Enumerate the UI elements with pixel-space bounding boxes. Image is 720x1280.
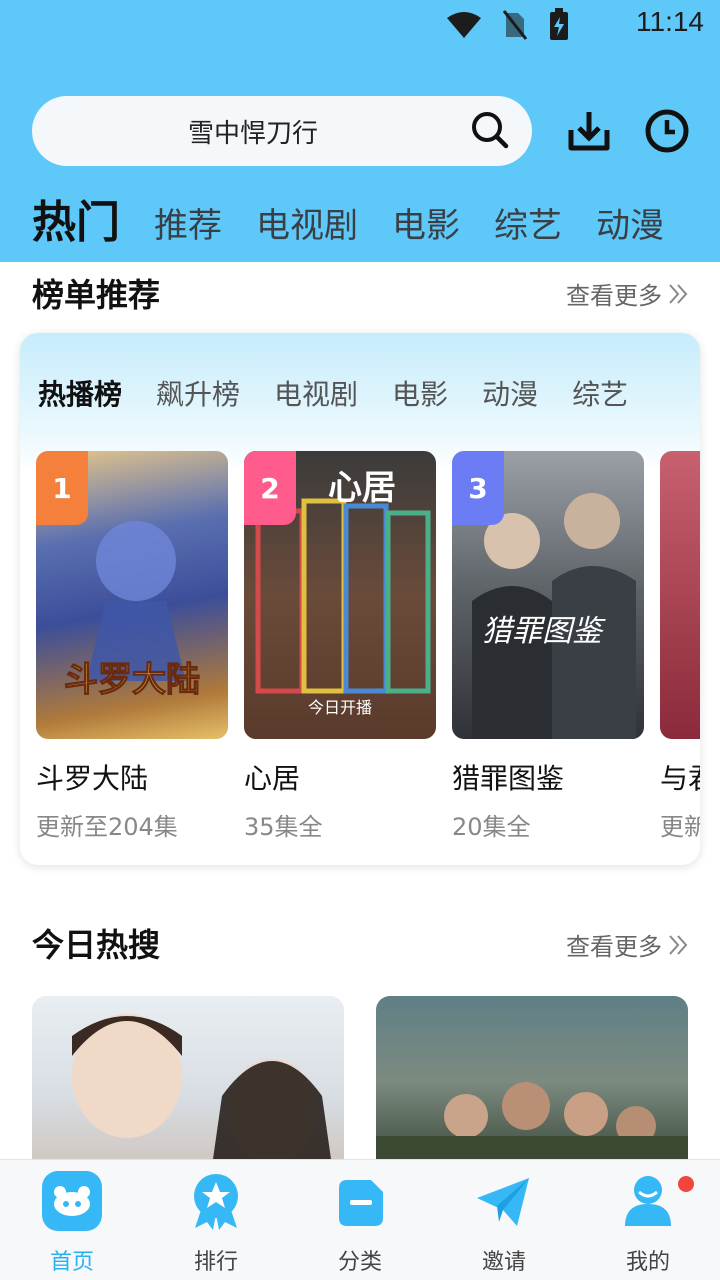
rank-show-list: 斗罗大陆 1 斗罗大陆 更新至204集 心居 今日开播 2 心居 35集全 猎罪… <box>36 451 700 842</box>
hot-more-link[interactable]: 查看更多 <box>566 927 690 962</box>
user-icon <box>625 1176 671 1226</box>
poster-premiere-text: 今日开播 <box>308 698 372 717</box>
show-episode-status: 35集全 <box>244 813 323 841</box>
battery-charging-icon <box>550 8 568 40</box>
category-icon <box>339 1180 383 1226</box>
bottom-nav-label: 首页 <box>49 1250 94 1275</box>
rank-tab-anime[interactable]: 动漫 <box>482 373 538 413</box>
tab-variety[interactable]: 综艺 <box>494 198 562 247</box>
bottom-nav-label: 邀请 <box>481 1250 526 1275</box>
rank-number: 3 <box>468 471 488 505</box>
bottom-nav-ranking[interactable]: 排行 <box>161 1170 271 1276</box>
hot-search-thumbnail[interactable] <box>376 996 688 1166</box>
show-poster: 猎罪图鉴 3 <box>452 451 644 739</box>
poster-title-art: 斗罗大陆 <box>64 660 200 700</box>
bottom-nav-label: 分类 <box>337 1250 382 1275</box>
rank-card: 热播榜 飙升榜 电视剧 电影 动漫 综艺 斗罗大陆 1 斗罗大陆 更新至204集 <box>20 333 700 865</box>
no-sim-icon <box>502 10 528 40</box>
category-nav-tabs: 热门 推荐 电视剧 电影 综艺 动漫 <box>32 186 698 250</box>
notification-dot <box>678 1176 694 1192</box>
bottom-nav-category[interactable]: 分类 <box>305 1170 415 1276</box>
show-card[interactable]: 猎罪图鉴 3 猎罪图鉴 20集全 <box>452 451 644 842</box>
tab-hot[interactable]: 热门 <box>32 186 120 250</box>
wifi-icon <box>447 12 481 38</box>
tab-tv-series[interactable]: 电视剧 <box>256 198 358 247</box>
show-poster <box>660 451 700 739</box>
show-title: 猎罪图鉴 <box>452 762 565 795</box>
home-icon <box>42 1171 102 1231</box>
search-query-text: 雪中悍刀行 <box>188 119 319 149</box>
show-poster: 心居 今日开播 2 <box>244 451 436 739</box>
rank-more-label: 查看更多 <box>566 282 662 310</box>
show-episode-status: 更新 <box>660 813 700 841</box>
show-card[interactable]: 斗罗大陆 1 斗罗大陆 更新至204集 <box>36 451 228 842</box>
rank-more-link[interactable]: 查看更多 <box>566 276 690 311</box>
bottom-nav-invite[interactable]: 邀请 <box>449 1170 559 1276</box>
show-episode-status: 更新至204集 <box>36 813 178 841</box>
rank-number: 1 <box>52 471 72 505</box>
double-chevron-right-icon <box>669 283 688 304</box>
status-time: 11:14 <box>636 6 704 37</box>
paper-plane-icon <box>477 1178 529 1226</box>
bottom-nav-label: 排行 <box>193 1250 238 1275</box>
rank-badge: 1 <box>36 451 88 525</box>
bottom-navigation: 首页 排行 分类 邀请 我的 <box>0 1159 720 1280</box>
rank-tab-hot-play[interactable]: 热播榜 <box>38 373 122 413</box>
ranking-medal-icon <box>194 1174 238 1230</box>
download-icon[interactable] <box>566 108 612 154</box>
double-chevron-right-icon <box>669 934 688 955</box>
rank-tab-movie[interactable]: 电影 <box>392 373 448 413</box>
thumbnail-art <box>376 1082 688 1166</box>
status-bar: 11:14 <box>0 0 720 50</box>
hot-section-title: 今日热搜 <box>32 926 161 964</box>
rank-tab-rising[interactable]: 飙升榜 <box>156 373 240 413</box>
bottom-nav-home[interactable]: 首页 <box>17 1170 127 1276</box>
bottom-nav-label: 我的 <box>625 1250 670 1275</box>
tab-recommend[interactable]: 推荐 <box>154 198 222 247</box>
search-icon[interactable] <box>470 110 510 150</box>
hot-search-thumbnail[interactable] <box>32 996 344 1166</box>
hot-more-label: 查看更多 <box>566 933 662 961</box>
show-card[interactable]: 心居 今日开播 2 心居 35集全 <box>244 451 436 842</box>
history-clock-icon[interactable] <box>644 108 690 154</box>
thumbnail-art <box>72 1014 332 1166</box>
tab-anime[interactable]: 动漫 <box>596 198 664 247</box>
rank-badge: 3 <box>452 451 504 525</box>
show-title: 与君 <box>660 762 700 795</box>
top-header: 11:14 雪中悍刀行 热门 推荐 电视剧 电影 综艺 动漫 <box>0 0 720 262</box>
rank-tab-variety[interactable]: 综艺 <box>572 373 628 413</box>
status-icons <box>446 8 570 42</box>
rank-number: 2 <box>260 471 280 505</box>
show-episode-status: 20集全 <box>452 813 531 841</box>
rank-section-title: 榜单推荐 <box>32 276 161 314</box>
show-title: 心居 <box>244 762 301 795</box>
rank-tab-tv-series[interactable]: 电视剧 <box>274 373 358 413</box>
rank-badge: 2 <box>244 451 296 525</box>
show-poster: 斗罗大陆 1 <box>36 451 228 739</box>
show-card[interactable]: 与君 更新 <box>660 451 700 842</box>
show-title: 斗罗大陆 <box>36 762 149 795</box>
tab-movie[interactable]: 电影 <box>392 198 460 247</box>
poster-title-art: 猎罪图鉴 <box>482 614 606 649</box>
rank-tabs: 热播榜 飙升榜 电视剧 电影 动漫 综艺 <box>38 373 662 413</box>
search-bar[interactable]: 雪中悍刀行 <box>32 96 532 166</box>
poster-title-art: 心居 <box>328 468 396 508</box>
